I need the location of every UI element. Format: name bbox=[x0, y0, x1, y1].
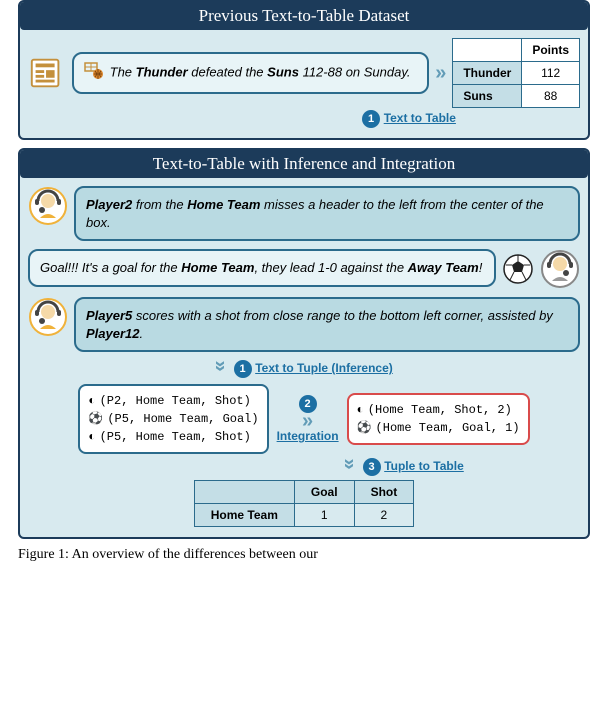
commentary-2: Goal!!! It's a goal for the Home Team, t… bbox=[28, 249, 580, 289]
bubble-1: Player2 from the Home Team misses a head… bbox=[74, 186, 580, 241]
tuple-to-table-label: Tuple to Table bbox=[384, 459, 464, 473]
step2-col: 2 » Integration bbox=[277, 395, 339, 443]
top-panel: Previous Text-to-Table Dataset The Thund… bbox=[18, 0, 590, 140]
commentator-icon-right bbox=[540, 249, 580, 289]
chevron-right-icon: » bbox=[435, 67, 446, 79]
figure-caption: Figure 1: An overview of the differences… bbox=[18, 547, 590, 563]
tuples-left: ◐(P2, Home Team, Shot) ⚽(P5, Home Team, … bbox=[78, 384, 268, 454]
step-badge-1b: 1 bbox=[234, 360, 252, 378]
soccer-ball-icon bbox=[502, 253, 534, 285]
shot-icon: ◐ bbox=[88, 428, 95, 446]
tuples-right: ◐(Home Team, Shot, 2) ⚽(Home Team, Goal,… bbox=[347, 393, 530, 445]
step3-row: » 3 Tuple to Table bbox=[28, 458, 580, 476]
bottom-panel: Text-to-Table with Inference and Integra… bbox=[18, 148, 590, 539]
news-icon bbox=[28, 54, 66, 92]
bubble-2: Goal!!! It's a goal for the Home Team, t… bbox=[28, 249, 496, 287]
top-header: Previous Text-to-Table Dataset bbox=[20, 2, 588, 30]
commentary-3: Player5 scores with a shot from close ra… bbox=[28, 297, 580, 352]
top-step: 1 Text to Table bbox=[28, 110, 580, 128]
chevron-right-icon: » bbox=[277, 415, 339, 427]
basketball-icon bbox=[84, 62, 104, 85]
bubble-3: Player5 scores with a shot from close ra… bbox=[74, 297, 580, 352]
integration-label: Integration bbox=[277, 429, 339, 443]
shot-icon: ◐ bbox=[88, 392, 95, 410]
step-badge-3: 3 bbox=[363, 458, 381, 476]
shot-icon: ◐ bbox=[357, 401, 364, 419]
text-to-tuple-label: Text to Tuple (Inference) bbox=[255, 361, 393, 375]
chevron-down-icon: » bbox=[344, 459, 356, 470]
chevron-down-icon: » bbox=[215, 361, 227, 372]
text-to-table-label: Text to Table bbox=[384, 111, 456, 125]
bottom-header: Text-to-Table with Inference and Integra… bbox=[20, 150, 588, 178]
tuples-row: ◐(P2, Home Team, Shot) ⚽(P5, Home Team, … bbox=[28, 384, 580, 454]
goal-icon: ⚽ bbox=[88, 410, 103, 428]
points-table: Points Thunder112 Suns88 bbox=[452, 38, 580, 108]
top-bubble: The Thunder defeated the Suns 112-88 on … bbox=[72, 52, 429, 95]
step1-row: » 1 Text to Tuple (Inference) bbox=[28, 360, 580, 378]
commentary-1: Player2 from the Home Team misses a head… bbox=[28, 186, 580, 241]
commentator-icon bbox=[28, 186, 68, 226]
step-badge-1: 1 bbox=[362, 110, 380, 128]
top-row: The Thunder defeated the Suns 112-88 on … bbox=[28, 38, 580, 108]
goal-icon: ⚽ bbox=[357, 419, 372, 437]
final-table: GoalShot Home Team12 bbox=[194, 480, 414, 527]
commentator-icon bbox=[28, 297, 68, 337]
